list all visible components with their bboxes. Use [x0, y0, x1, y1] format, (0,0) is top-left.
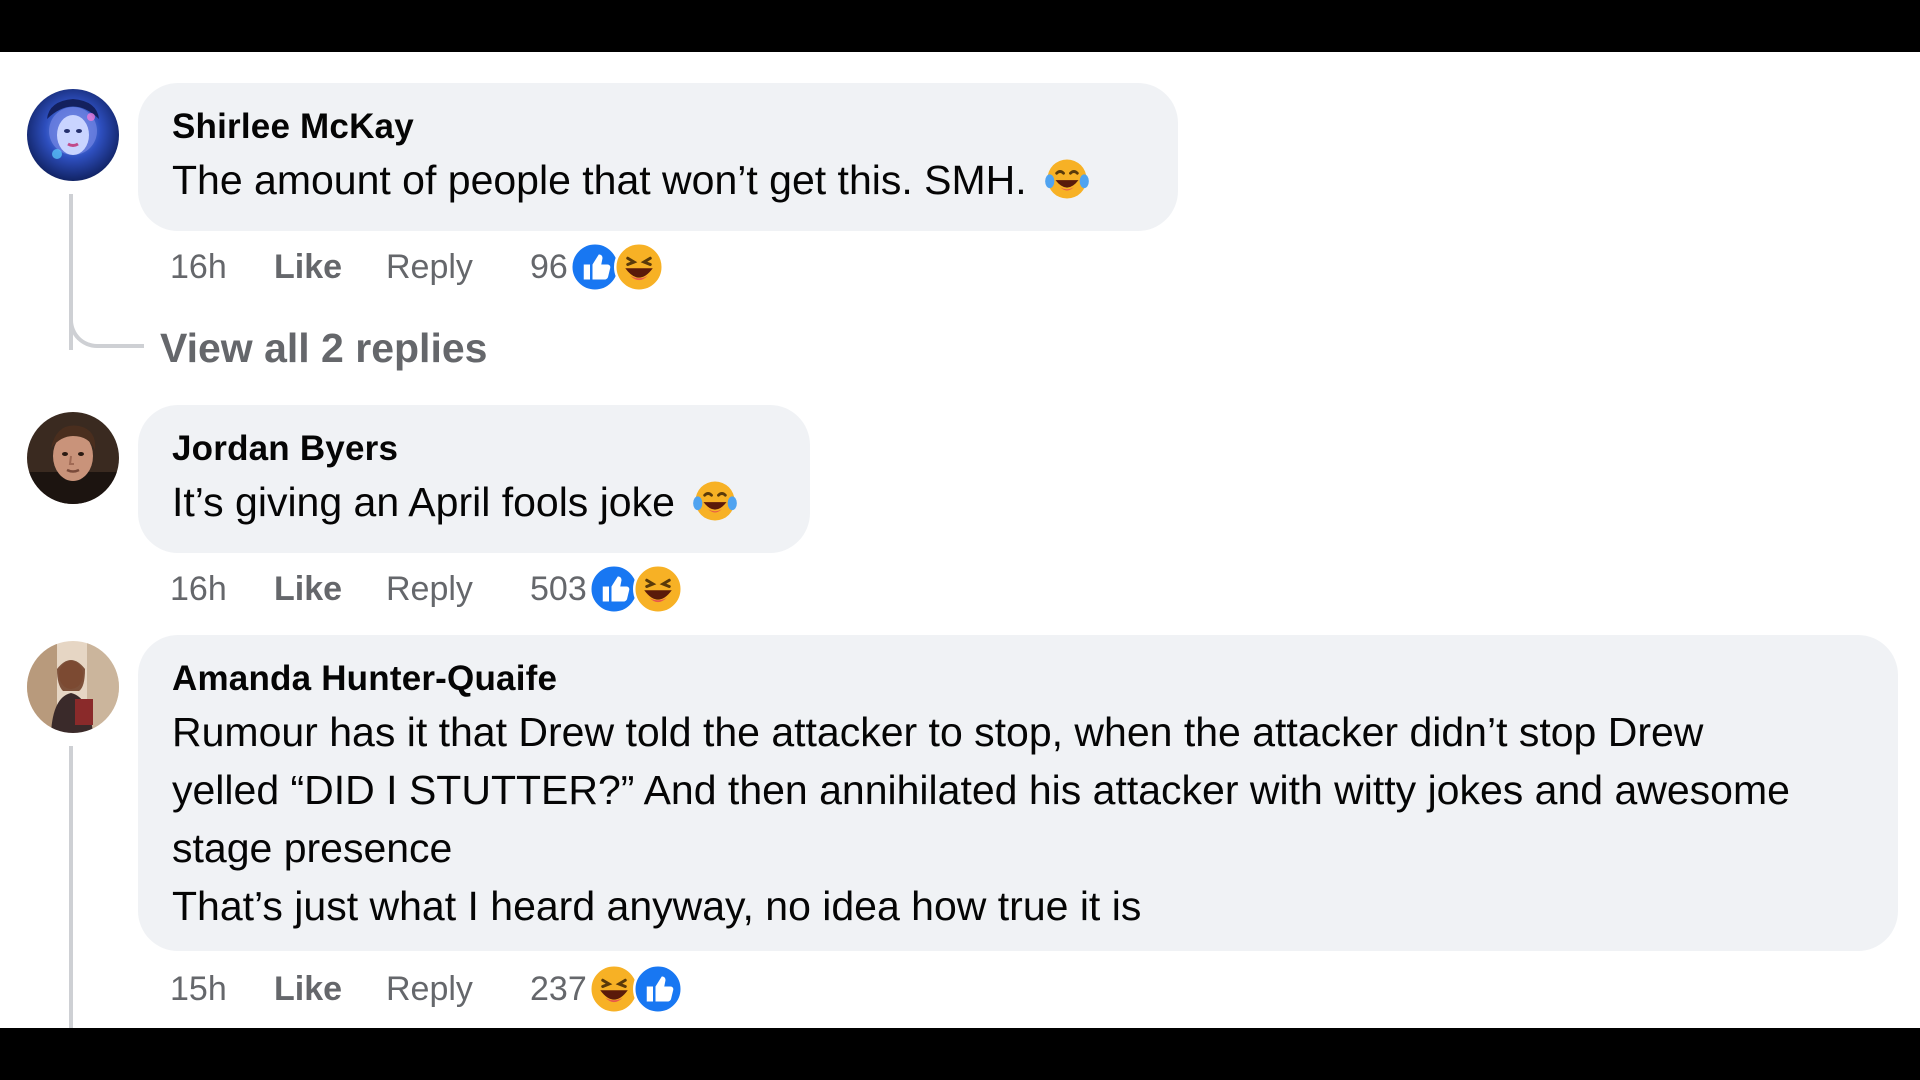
haha-reaction-icon[interactable] [613, 242, 664, 292]
like-reaction-icon[interactable] [632, 964, 683, 1014]
comments-section: Shirlee McKay The amount of people that … [0, 52, 1920, 1028]
laugh-cry-emoji-icon [693, 481, 738, 521]
comment-author[interactable]: Amanda Hunter-Quaife [172, 659, 1864, 699]
letterbox-top [0, 0, 1920, 52]
reaction-count[interactable]: 237 [530, 970, 587, 1009]
comment-text-line: That’s just what I heard anyway, no idea… [172, 883, 1142, 929]
comment-text: It’s giving an April fools joke [172, 473, 776, 531]
laugh-cry-emoji-icon [1045, 159, 1089, 199]
comment-text-line: yelled “DID I STUTTER?” And then annihil… [172, 767, 1790, 813]
avatar-amanda[interactable] [27, 641, 119, 733]
like-button[interactable]: Like [274, 970, 386, 1009]
comment-bubble: Amanda Hunter-Quaife Rumour has it that … [138, 635, 1898, 951]
comment-text-line: stage presence [172, 825, 453, 871]
comment-actions: 15h Like Reply 237 [170, 959, 683, 1019]
comment-text: Rumour has it that Drew told the attacke… [172, 703, 1864, 935]
reaction-count[interactable]: 503 [530, 570, 587, 609]
avatar-jordan[interactable] [27, 412, 119, 504]
reply-button[interactable]: Reply [386, 248, 530, 287]
thread-line [69, 746, 73, 1028]
avatar-image [27, 89, 119, 181]
reaction-count[interactable]: 96 [530, 248, 568, 287]
comment-timestamp[interactable]: 15h [170, 970, 274, 1009]
like-reaction-icon[interactable] [588, 564, 639, 614]
avatar-image [27, 412, 119, 504]
avatar-shirlee[interactable] [27, 89, 119, 181]
avatar-image [27, 641, 119, 733]
comment-text-line: Rumour has it that Drew told the attacke… [172, 709, 1704, 755]
like-button[interactable]: Like [274, 570, 386, 609]
comment-author[interactable]: Shirlee McKay [172, 107, 1144, 147]
comment-text-body: It’s giving an April fools joke [172, 479, 675, 525]
comment-timestamp[interactable]: 16h [170, 570, 274, 609]
letterbox-bottom [0, 1028, 1920, 1080]
haha-reaction-icon[interactable] [588, 964, 639, 1014]
haha-reaction-icon[interactable] [632, 564, 683, 614]
comment-author[interactable]: Jordan Byers [172, 429, 776, 469]
comment-bubble: Jordan Byers It’s giving an April fools … [138, 405, 810, 553]
like-button[interactable]: Like [274, 248, 386, 287]
comment-text-body: The amount of people that won’t get this… [172, 157, 1027, 203]
reply-button[interactable]: Reply [386, 970, 530, 1009]
view-replies-link[interactable]: View all 2 replies [160, 323, 487, 373]
comment-actions: 16h Like Reply 503 [170, 559, 683, 619]
reply-button[interactable]: Reply [386, 570, 530, 609]
comment-actions: 16h Like Reply 96 [170, 237, 664, 297]
comment-text: The amount of people that won’t get this… [172, 151, 1144, 209]
like-reaction-icon[interactable] [569, 242, 620, 292]
comment-timestamp[interactable]: 16h [170, 248, 274, 287]
thread-connector [69, 302, 144, 348]
comment-bubble: Shirlee McKay The amount of people that … [138, 83, 1178, 231]
